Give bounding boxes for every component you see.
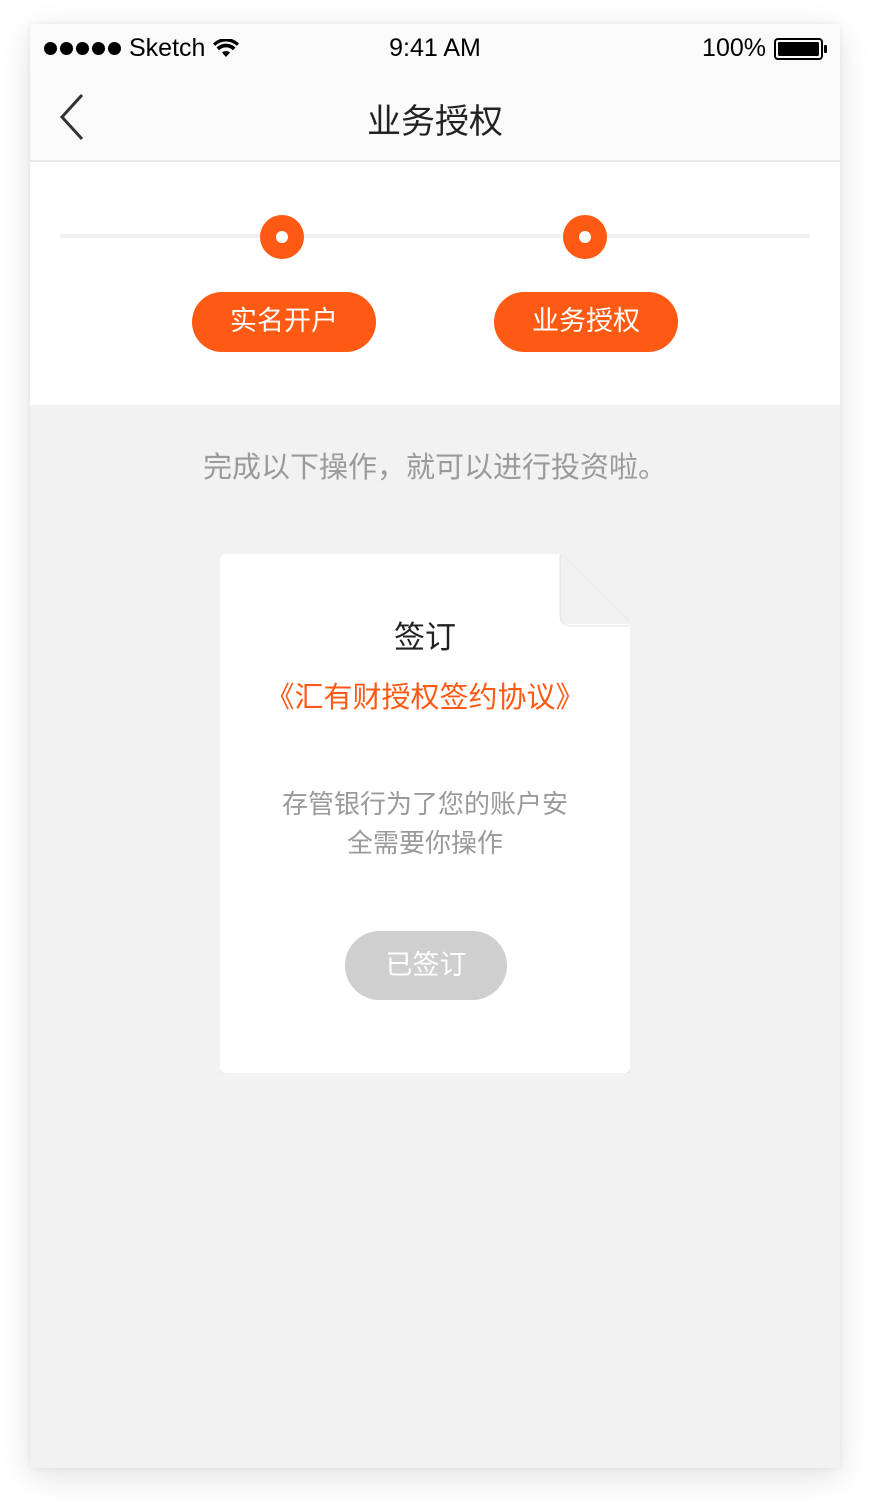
card-description: 存管银行为了您的账户安全需要你操作 [281, 790, 568, 859]
instruction-text: 完成以下操作，就可以进行投资啦。 [202, 450, 667, 484]
step-indicator-2 [563, 215, 607, 259]
page-title: 业务授权 [367, 102, 503, 142]
signed-button[interactable]: 已签订 [345, 931, 507, 1000]
status-right: 100% [702, 34, 828, 63]
battery-icon [774, 37, 827, 60]
status-bar: Sketch 9:41 AM 100% [30, 24, 840, 72]
step-track [60, 234, 810, 238]
card-title: 签订 [394, 620, 456, 656]
step-business-authorization[interactable]: 业务授权 [494, 292, 678, 352]
agreement-card: 签订 《汇有财授权签约协议》 存管银行为了您的账户安全需要你操作 已签订 [220, 554, 630, 1073]
battery-percent: 100% [702, 34, 766, 62]
phone-screen: Sketch 9:41 AM 100% 业务授权 实名开户 业务授权 完成以下操… [30, 24, 840, 1468]
progress-steps: 实名开户 业务授权 [30, 162, 840, 405]
step-real-name-account[interactable]: 实名开户 [192, 292, 376, 352]
navigation-bar: 业务授权 [30, 72, 840, 162]
agreement-link[interactable]: 《汇有财授权签约协议》 [220, 674, 630, 716]
step-indicator-1 [260, 215, 304, 259]
